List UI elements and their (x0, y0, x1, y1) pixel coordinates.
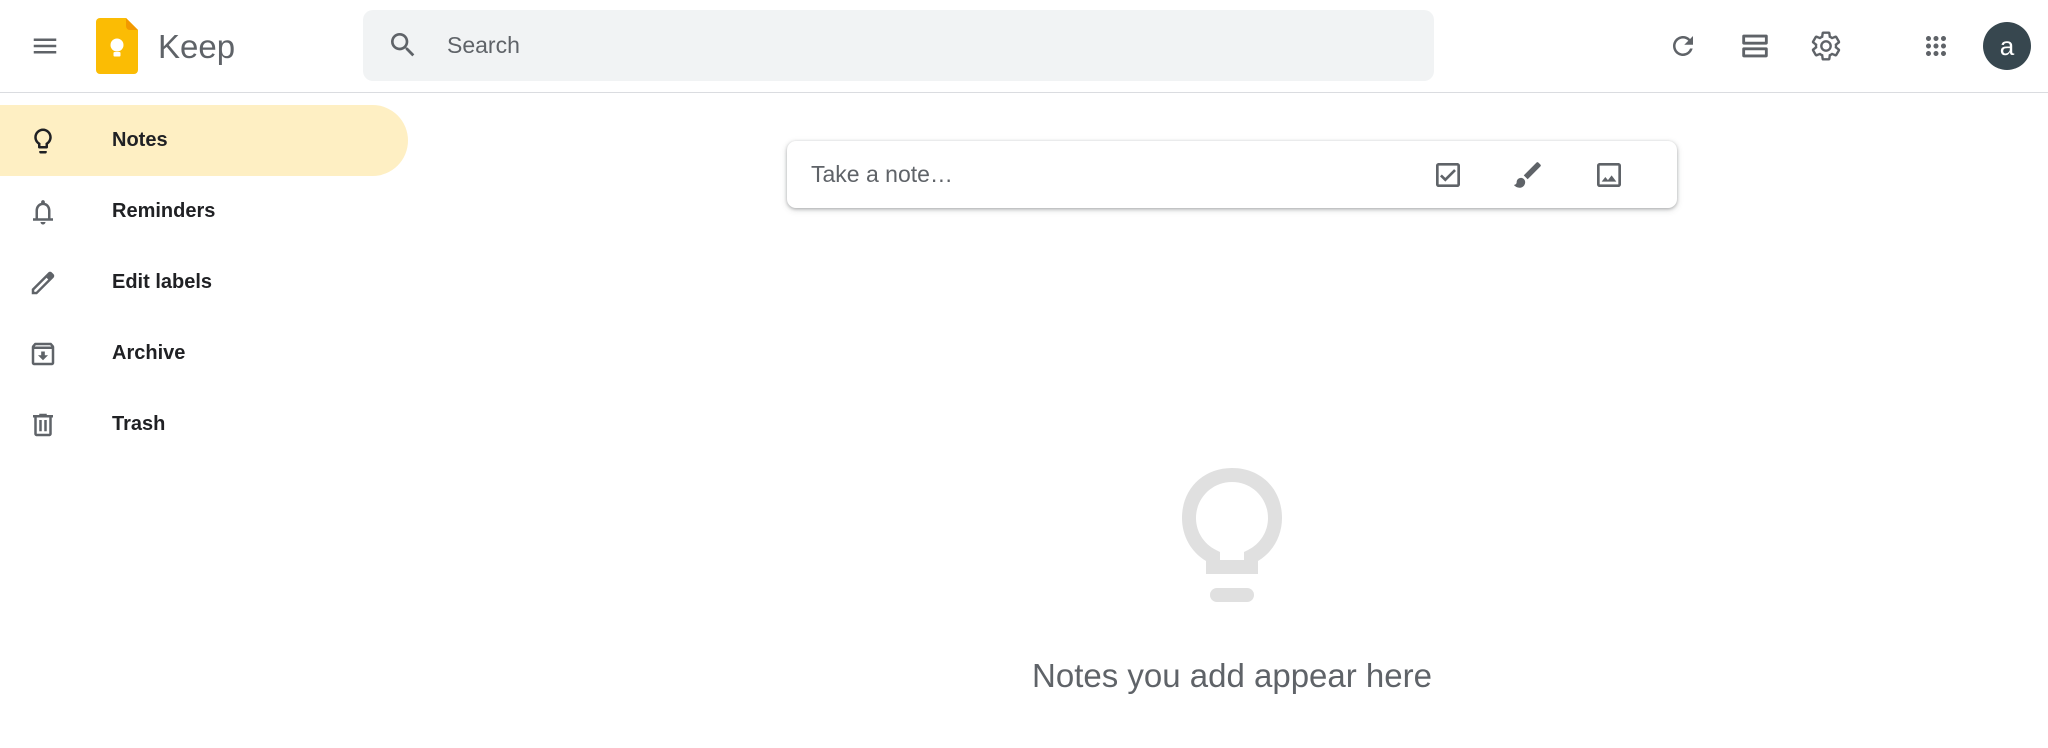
refresh-button[interactable] (1654, 17, 1712, 75)
lightbulb-outline-icon (1170, 460, 1294, 612)
settings-button[interactable] (1797, 17, 1855, 75)
pencil-icon (27, 267, 59, 299)
new-drawing-button[interactable] (1503, 150, 1553, 200)
archive-icon (27, 338, 59, 370)
new-list-button[interactable] (1423, 150, 1473, 200)
top-app-bar: Keep a (0, 0, 2048, 93)
refresh-icon (1673, 36, 1693, 56)
list-view-button[interactable] (1726, 17, 1784, 75)
image-icon (1597, 163, 1621, 187)
checkbox-icon (1436, 163, 1460, 187)
brush-icon (1513, 162, 1541, 188)
sidebar-item-reminders[interactable]: Reminders (0, 176, 408, 247)
sidebar-item-label: Trash (112, 413, 166, 435)
sidebar-item-notes[interactable]: Notes (0, 105, 408, 176)
app-title[interactable]: Keep (158, 27, 235, 67)
search-input[interactable] (447, 10, 1407, 81)
search-icon (391, 33, 415, 57)
hamburger-menu-icon (33, 38, 57, 54)
sidebar-item-label: Notes (112, 129, 168, 151)
list-view-icon (1742, 34, 1768, 58)
sidebar-item-archive[interactable]: Archive (0, 318, 408, 389)
sidebar-nav: Notes Reminders Edit labels Archive Tras… (0, 105, 410, 460)
sidebar-item-trash[interactable]: Trash (0, 389, 408, 460)
main-menu-button[interactable] (16, 17, 74, 75)
settings-gear-icon (1811, 31, 1841, 61)
new-image-button[interactable] (1584, 150, 1634, 200)
account-avatar[interactable]: a (1983, 22, 2031, 70)
lightbulb-icon (27, 125, 59, 157)
keep-logo-icon[interactable] (96, 18, 138, 74)
sidebar-item-edit-labels[interactable]: Edit labels (0, 247, 408, 318)
take-note-input[interactable] (811, 141, 1371, 208)
empty-state-message: Notes you add appear here (1032, 657, 1432, 694)
sidebar-item-label: Archive (112, 342, 186, 364)
trash-icon (27, 409, 59, 441)
search-bar[interactable] (363, 10, 1434, 81)
google-apps-icon (1926, 36, 1946, 56)
bell-icon (27, 196, 59, 228)
sidebar-item-label: Edit labels (112, 271, 213, 293)
google-apps-button[interactable] (1907, 17, 1965, 75)
sidebar-item-label: Reminders (112, 200, 216, 222)
search-button[interactable] (374, 16, 432, 74)
